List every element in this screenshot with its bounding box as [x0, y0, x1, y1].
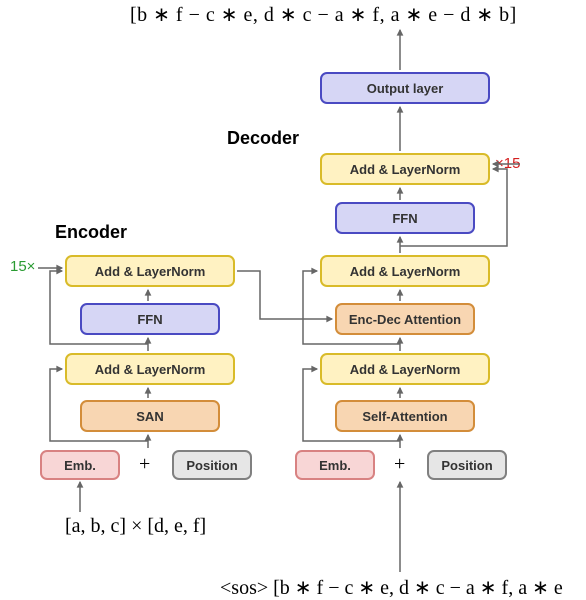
encoder-addnorm-1: Add & LayerNorm	[65, 353, 235, 385]
encoder-position: Position	[172, 450, 252, 480]
decoder-heading: Decoder	[227, 128, 299, 149]
decoder-position: Position	[427, 450, 507, 480]
output-layer: Output layer	[320, 72, 490, 104]
diagram-wiring	[0, 0, 586, 600]
decoder-self-attention: Self-Attention	[335, 400, 475, 432]
encoder-repeat-count: 15×	[10, 258, 35, 275]
encoder-embedding: Emb.	[40, 450, 120, 480]
decoder-plus-icon: +	[394, 453, 405, 476]
decoder-addnorm-2: Add & LayerNorm	[320, 255, 490, 287]
encoder-plus-icon: +	[139, 453, 150, 476]
encoder-input-expression: [a, b, c] × [d, e, f]	[65, 515, 206, 538]
decoder-encdec-attention: Enc-Dec Attention	[335, 303, 475, 335]
decoder-repeat-count: ×15	[495, 155, 520, 172]
encoder-heading: Encoder	[55, 222, 127, 243]
decoder-embedding: Emb.	[295, 450, 375, 480]
encoder-ffn: FFN	[80, 303, 220, 335]
encoder-san: SAN	[80, 400, 220, 432]
decoder-input-expression: <sos> [b ∗ f − c ∗ e, d ∗ c − a ∗ f, a ∗…	[220, 575, 563, 600]
decoder-ffn: FFN	[335, 202, 475, 234]
output-expression: [b ∗ f − c ∗ e, d ∗ c − a ∗ f, a ∗ e − d…	[130, 2, 517, 27]
decoder-addnorm-1: Add & LayerNorm	[320, 353, 490, 385]
encoder-addnorm-2: Add & LayerNorm	[65, 255, 235, 287]
decoder-addnorm-3: Add & LayerNorm	[320, 153, 490, 185]
